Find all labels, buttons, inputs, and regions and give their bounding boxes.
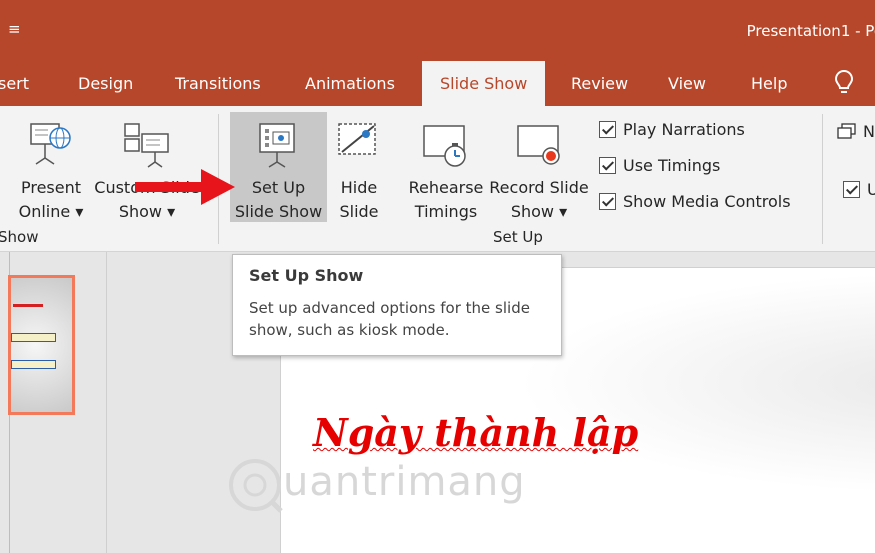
slide-thumbnail-1[interactable] [8, 275, 75, 415]
present-online-dropdown-label: Online ▾ [18, 202, 84, 221]
play-narrations-checkbox[interactable]: Play Narrations [599, 120, 745, 139]
hide-slide-label-line1: Hide [340, 178, 378, 197]
thumbnail-title-mark [13, 304, 43, 307]
watermark: uantrimang [225, 455, 625, 515]
tooltip-description: Set up advanced options for the slide sh… [249, 299, 530, 339]
tab-review[interactable]: Review [571, 74, 628, 93]
ribbon: Present Online ▾ Custom Slide Show ▾ Sho… [0, 106, 875, 252]
tab-slide-show[interactable]: Slide Show [422, 61, 546, 106]
slide-thumbnail-pane [0, 252, 107, 553]
tab-insert[interactable]: sert [0, 74, 29, 93]
play-narrations-label: Play Narrations [623, 120, 745, 139]
hide-slide-button[interactable]: Hide Slide [330, 112, 388, 221]
custom-slide-show-icon [124, 123, 169, 168]
hide-slide-icon [338, 123, 376, 155]
tab-animations[interactable]: Animations [305, 74, 395, 93]
record-slide-show-label-line1: Record Slide [489, 178, 589, 197]
rehearse-timings-label-line1: Rehearse [408, 178, 484, 197]
present-online-icon [30, 123, 71, 165]
checkbox-checked-icon [843, 181, 860, 198]
watermark-logo-icon [229, 459, 283, 513]
set-up-slide-show-icon [259, 123, 295, 168]
present-online-label: Present [20, 178, 82, 197]
set-up-slide-show-label-line2: Slide Show [234, 202, 323, 221]
checkbox-checked-icon [599, 193, 616, 210]
set-up-group-label: Set Up [493, 228, 543, 246]
rehearse-timings-icon [423, 125, 466, 167]
rehearse-timings-button[interactable]: Rehearse Timings [405, 112, 487, 222]
monitor-button[interactable]: N [837, 120, 875, 146]
checkbox-checked-icon [599, 157, 616, 174]
set-up-slide-show-label-line1: Set Up [251, 178, 306, 197]
tab-view[interactable]: View [668, 74, 706, 93]
monitor-partial-label: N [863, 122, 875, 141]
title-bar: ≡ Presentation1 - Po [0, 0, 875, 61]
tab-design[interactable]: Design [78, 74, 133, 93]
record-slide-show-dropdown-label: Show ▾ [510, 202, 568, 221]
tab-help[interactable]: Help [751, 74, 787, 93]
show-media-controls-checkbox[interactable]: Show Media Controls [599, 192, 791, 211]
annotation-arrow [135, 169, 235, 205]
hide-slide-label-line2: Slide [339, 202, 379, 221]
tab-transitions[interactable]: Transitions [175, 74, 261, 93]
start-slide-show-group-label: Show [0, 228, 39, 246]
rehearse-timings-label-line2: Timings [414, 202, 478, 221]
monitor-icon [837, 123, 856, 139]
record-slide-show-button[interactable]: Record Slide Show ▾ [487, 112, 591, 222]
document-title: Presentation1 - Po [746, 22, 875, 40]
group-separator [822, 114, 823, 244]
lightbulb-icon[interactable] [834, 69, 874, 97]
use-presenter-view-partial-label: U [867, 180, 875, 199]
use-presenter-view-checkbox[interactable]: U [843, 180, 875, 199]
set-up-slide-show-button[interactable]: Set Up Slide Show [230, 112, 327, 222]
present-online-button[interactable]: Present Online ▾ [12, 112, 90, 221]
use-timings-label: Use Timings [623, 156, 721, 175]
thumbnail-box-mark [11, 333, 56, 342]
set-up-show-tooltip: Set Up Show Set up advanced options for … [232, 254, 562, 356]
show-media-controls-label: Show Media Controls [623, 192, 791, 211]
thumbnail-box-mark [11, 360, 56, 369]
watermark-text: uantrimang [283, 459, 526, 505]
quick-access-toolbar-menu-icon[interactable]: ≡ [8, 20, 21, 38]
checkbox-checked-icon [599, 121, 616, 138]
slide-title-text[interactable]: Ngày thành lập [313, 410, 638, 455]
tooltip-title: Set Up Show [249, 266, 364, 285]
ribbon-tab-bar: sert Design Transitions Animations Slide… [0, 61, 875, 106]
use-timings-checkbox[interactable]: Use Timings [599, 156, 720, 175]
record-slide-show-icon [517, 125, 560, 165]
